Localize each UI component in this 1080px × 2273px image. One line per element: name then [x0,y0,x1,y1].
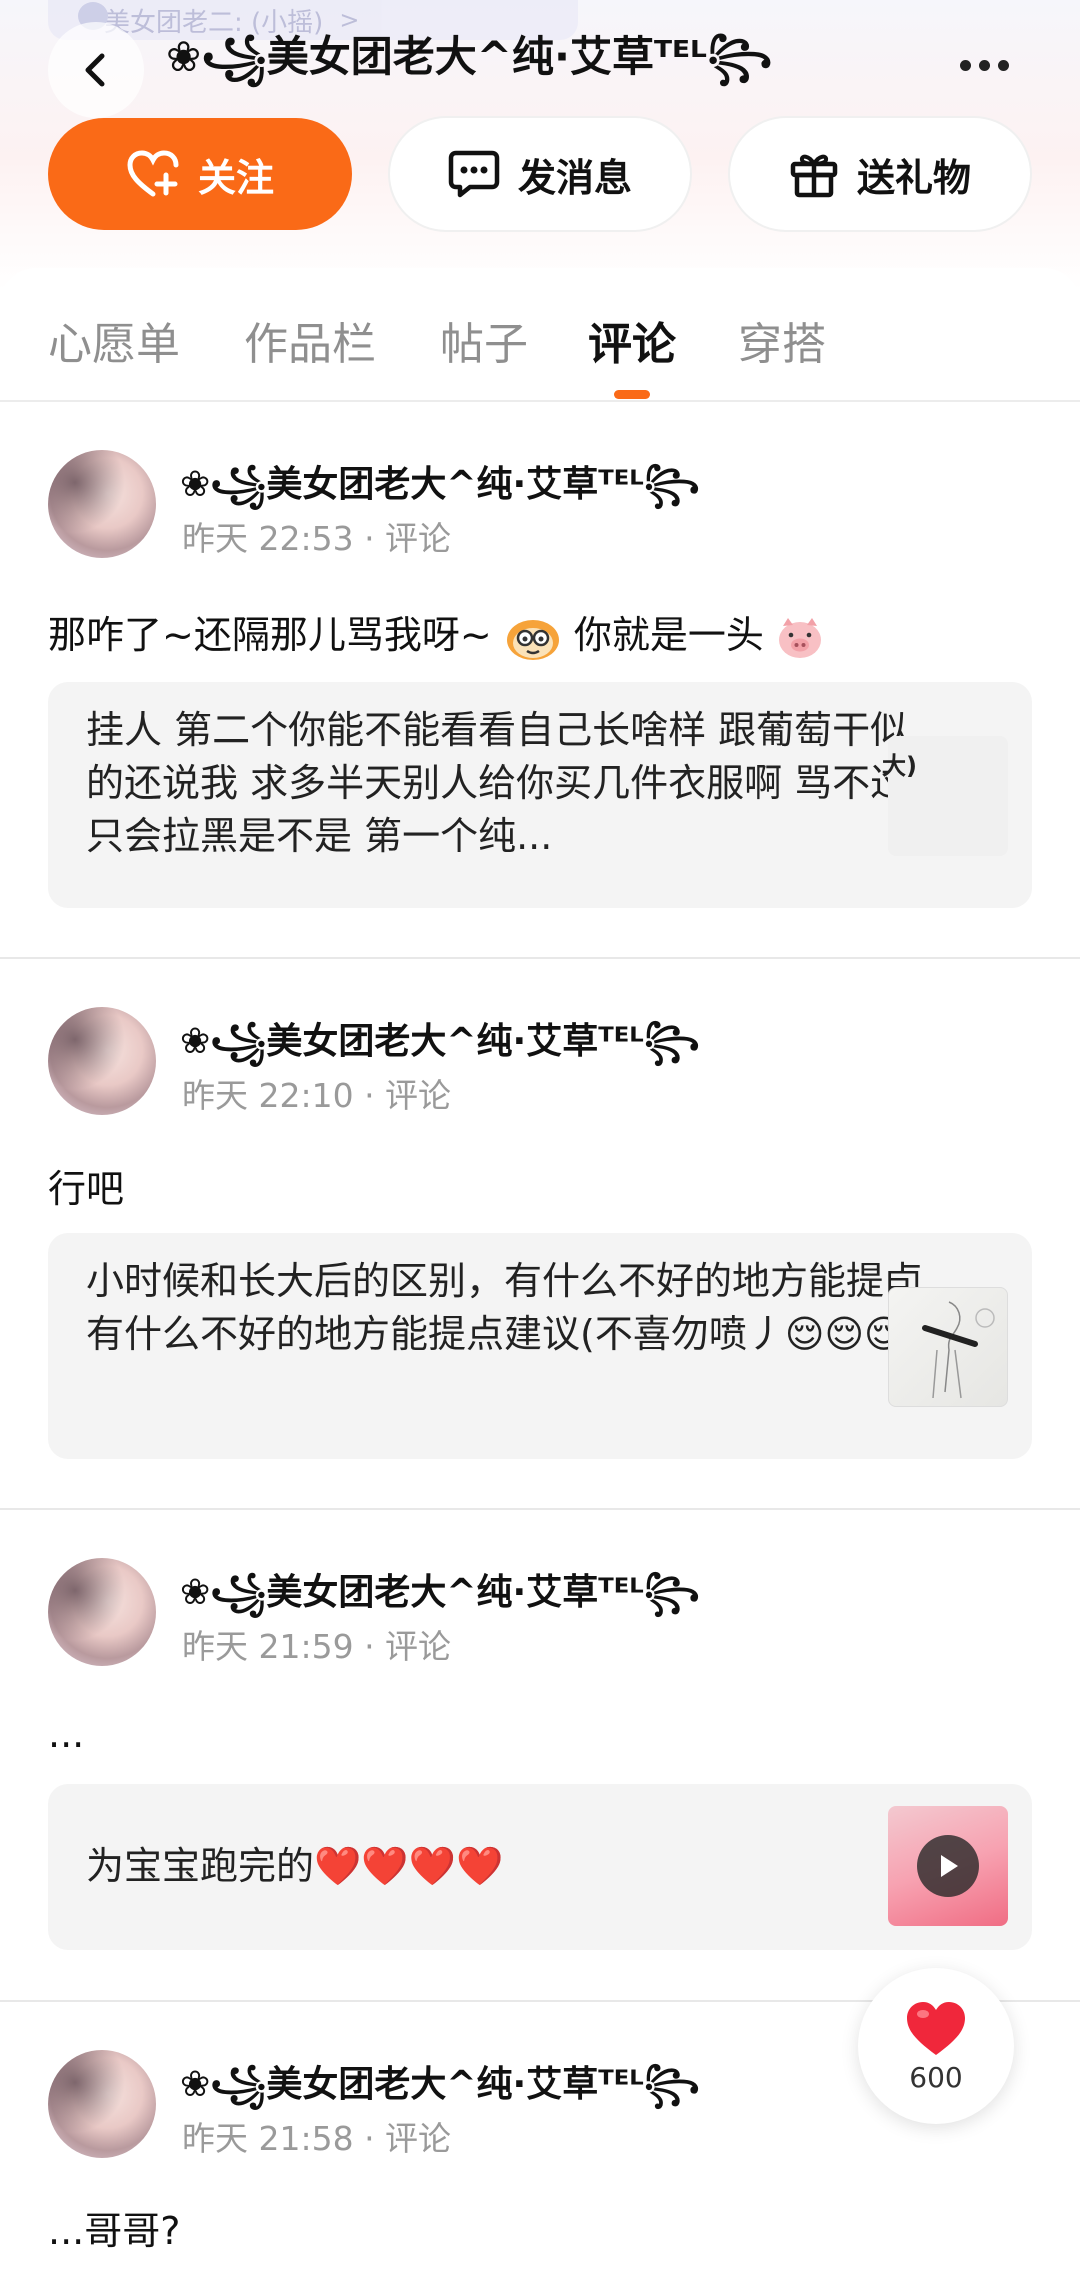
follow-button[interactable]: 关注 [48,118,352,230]
tab-comments[interactable]: 评论 [588,308,676,370]
back-button[interactable] [48,22,144,118]
quoted-post-thumbnail: 大) [882,736,1008,856]
quoted-post-text: 挂人 第二个你能不能看看自己长啥样 跟葡萄干似的还说我 求多半天别人给你买几件衣… [86,708,909,858]
gift-button[interactable]: 送礼物 [730,118,1030,230]
post-text-part: 你就是一头 [573,613,764,657]
monkey-emoji-icon [506,619,559,660]
avatar[interactable] [48,1558,156,1666]
quoted-post-card[interactable]: 为宝宝跑完的❤️❤️❤️❤️ [48,1784,1032,1950]
post-text: 那咋了~还隔那儿骂我呀~ 你就是一头 [48,604,824,662]
tab-outfits[interactable]: 穿搭 [738,308,826,370]
tab-wishlist[interactable]: 心愿单 [48,308,180,370]
play-icon[interactable] [917,1835,979,1897]
more-button[interactable] [944,30,1024,100]
pig-emoji-icon [778,617,821,658]
post-meta: 昨天 21:58 · 评论 [182,2119,452,2158]
more-dot [978,59,990,71]
quoted-post-text: 小时候和长大后的区别，有什么不好的地方能提卣有什么不好的地方能提点建议(不喜勿喷… [86,1259,923,1356]
post-divider [0,957,1080,959]
post-text: ...哥哥? [48,2209,181,2253]
tab-works[interactable]: 作品栏 [244,308,376,370]
quoted-post-thumbnail [888,1287,1008,1407]
quoted-post-text: 为宝宝跑完的❤️❤️❤️❤️ [86,1844,504,1888]
like-button[interactable]: 600 [858,1968,1014,2124]
chat-bubble-icon [448,150,500,198]
quoted-video-thumbnail[interactable] [888,1806,1008,1926]
post-text: 行吧 [48,1167,125,1211]
post-meta: 昨天 22:10 · 评论 [182,1076,452,1115]
post-meta: 昨天 21:59 · 评论 [182,1627,452,1666]
gift-label: 送礼物 [856,155,971,200]
post-text-part: 那咋了~还隔那儿骂我呀~ [48,613,492,657]
avatar[interactable] [48,2050,156,2158]
quoted-post-card[interactable]: 挂人 第二个你能不能看看自己长啥样 跟葡萄干似的还说我 求多半天别人给你买几件衣… [48,682,1032,908]
thumbnail-caption: 大) [882,752,917,780]
more-dot [959,59,971,71]
active-tab-indicator [614,390,650,399]
avatar[interactable] [48,450,156,558]
like-count: 600 [909,2060,963,2094]
more-dot [997,59,1009,71]
message-button[interactable]: 发消息 [390,118,690,230]
message-label: 发消息 [517,155,632,200]
quoted-post-card[interactable]: 小时候和长大后的区别，有什么不好的地方能提卣有什么不好的地方能提点建议(不喜勿喷… [48,1233,1032,1459]
heart-plus-icon [127,150,179,197]
avatar[interactable] [48,1007,156,1115]
post-text: ... [48,1712,85,1756]
sketch-drawing-icon [922,1301,995,1399]
gift-icon [790,154,838,198]
tab-bar: 心愿单 作品栏 帖子 评论 穿搭 [0,268,1080,402]
follow-label: 关注 [197,155,274,200]
chevron-left-icon [85,53,105,87]
page-title: ❀꧁美女团老大^纯·艾草ᵀᴱᴸ꧂ [166,31,773,81]
tab-posts[interactable]: 帖子 [440,308,528,370]
post-meta: 昨天 22:53 · 评论 [182,519,452,558]
heart-icon [907,2001,965,2055]
post-divider [0,1508,1080,1510]
